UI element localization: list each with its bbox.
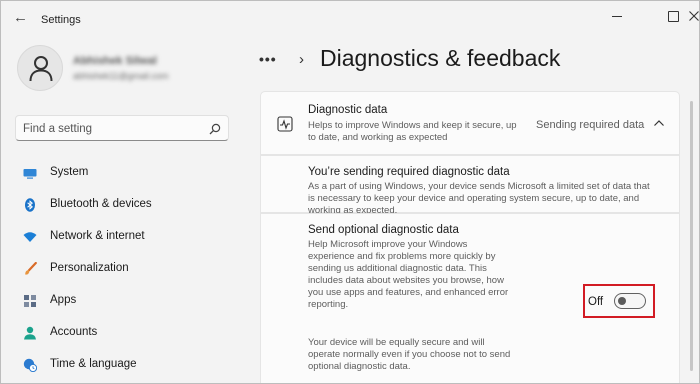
optional-data-note: Your device will be equally secure and w… [308,337,511,372]
page-title: Diagnostics & feedback [320,45,561,71]
sidebar-item-system[interactable]: System [13,158,235,188]
close-button[interactable] [689,7,699,25]
sidebar-item-network-internet[interactable]: Network & internet [13,222,235,252]
toggle-knob [618,297,626,305]
bluetooth-icon [25,198,35,212]
sidebar-item-apps[interactable]: Apps [13,286,235,316]
title-bar: ← Settings [1,1,699,35]
optional-data-description: Help Microsoft improve your Windows expe… [308,239,509,310]
optional-data-toggle[interactable] [614,293,646,309]
required-data-description: As a part of using Windows, your device … [308,181,650,216]
toggle-state-label: Off [588,296,604,308]
search-icon[interactable] [208,122,222,136]
chevron-up-icon[interactable] [653,118,665,128]
diagnostic-chart-icon [277,116,293,132]
close-icon [689,11,699,21]
monitor-icon [23,169,37,179]
minimize-button[interactable] [607,7,627,25]
person-icon [24,326,36,340]
sidebar-item-label: Network & internet [50,230,145,242]
diagnostic-data-header[interactable]: Diagnostic data Helps to improve Windows… [260,91,680,155]
profile-email: abhishek11@gmail.com [73,71,169,81]
globe-clock-icon [23,358,37,372]
more-icon[interactable]: ••• [259,52,283,66]
scrollbar[interactable] [690,101,693,371]
search-input[interactable] [23,120,201,137]
sidebar-item-label: Accounts [50,326,98,338]
wifi-icon [23,232,37,242]
required-data-section: You’re sending required diagnostic data … [260,155,680,216]
settings-window: ← Settings Abhishek Silwal abhishek11@gm… [0,0,700,384]
avatar[interactable] [17,45,63,91]
diagnostic-data-status: Sending required data [536,119,645,131]
optional-data-title: Send optional diagnostic data [308,224,459,236]
sidebar-item-label: Bluetooth & devices [50,198,152,210]
apps-icon [24,295,36,307]
brush-icon [25,262,37,275]
sidebar-item-personalization[interactable]: Personalization [13,254,235,284]
maximize-button[interactable] [663,7,683,25]
sidebar-item-accounts[interactable]: Accounts [13,318,235,348]
back-arrow-icon[interactable]: ← [13,10,31,26]
optional-data-section: Send optional diagnostic data Help Micro… [260,213,680,383]
profile-name: Abhishek Silwal [73,55,157,67]
sidebar-item-label: System [50,166,89,178]
sidebar-item-label: Personalization [50,262,129,274]
sidebar-item-time-language[interactable]: Time & language [13,350,235,380]
app-title: Settings [41,14,81,26]
sidebar-item-label: Apps [50,294,77,306]
search-box[interactable] [15,115,229,141]
person-icon [29,56,53,82]
content-area: Diagnostic data Helps to improve Windows… [260,91,680,383]
sidebar-item-label: Time & language [50,358,137,370]
diagnostic-data-title: Diagnostic data [308,104,388,116]
diagnostic-data-description: Helps to improve Windows and keep it sec… [308,120,517,143]
required-data-title: You’re sending required diagnostic data [308,166,510,178]
sidebar-item-bluetooth-devices[interactable]: Bluetooth & devices [13,190,235,220]
chevron-right-icon: › [299,51,304,68]
